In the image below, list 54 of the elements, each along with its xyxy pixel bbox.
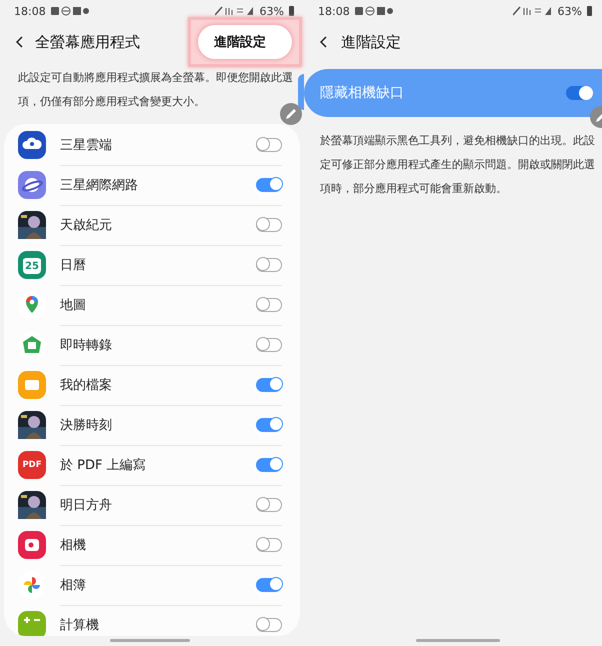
toggle-switch[interactable] (256, 538, 282, 552)
back-icon[interactable] (16, 36, 23, 48)
screen-title: 全螢幕應用程式 (35, 32, 141, 52)
toggle-switch[interactable] (256, 258, 282, 272)
toggle-switch[interactable] (256, 178, 282, 192)
notification-icons (354, 6, 393, 16)
navigation-handle[interactable] (110, 639, 190, 642)
toggle-switch[interactable] (566, 86, 592, 100)
app-name: 相機 (60, 536, 87, 554)
app-name: 決勝時刻 (60, 416, 113, 434)
battery-icon (289, 6, 294, 16)
setting-label: 隱藏相機缺口 (320, 84, 405, 102)
toggle-switch[interactable] (256, 418, 282, 432)
app-name: 天啟紀元 (60, 216, 113, 234)
navigation-handle[interactable] (416, 639, 500, 642)
app-name: 明日方舟 (60, 496, 113, 514)
battery-percent: 63% (558, 4, 582, 18)
toggle-switch[interactable] (256, 218, 282, 232)
notification-icons (50, 6, 89, 16)
pdf-icon: PDF (18, 451, 46, 479)
toggle-switch[interactable] (256, 458, 282, 472)
app-name: 三星網際網路 (60, 176, 139, 194)
toggle-switch[interactable] (256, 138, 282, 152)
toggle-switch[interactable] (256, 498, 282, 512)
status-time: 18:08 (14, 4, 46, 18)
cloud-icon (18, 131, 46, 159)
signal-icons (214, 6, 255, 16)
description-text: 於螢幕頂端顯示黑色工具列，避免相機缺口的出現。此設定可修正部分應用程式產生的顯示問題。開啟或關閉此選項時，部分應用程式可能會重新啟動。 (320, 133, 596, 197)
app-name: 即時轉錄 (60, 336, 113, 354)
app-name: 日曆 (60, 256, 87, 274)
battery-icon (587, 6, 592, 16)
app-name: 計算機 (60, 616, 100, 634)
calendar-icon: 25 (18, 251, 46, 279)
planet-icon (18, 171, 46, 199)
toggle-switch[interactable] (256, 338, 282, 352)
back-icon[interactable] (320, 36, 327, 48)
app-name: 地圖 (60, 296, 87, 314)
app-name: 我的檔案 (60, 376, 113, 394)
toggle-switch[interactable] (256, 378, 282, 392)
edit-icon[interactable] (280, 103, 302, 125)
signal-icons (512, 6, 553, 16)
app-name: 三星雲端 (60, 136, 113, 154)
toggle-switch[interactable] (256, 618, 282, 632)
camera-icon (18, 531, 46, 559)
folder-icon (18, 371, 46, 399)
status-time: 18:08 (318, 4, 350, 18)
battery-percent: 63% (260, 4, 284, 18)
toggle-switch[interactable] (256, 298, 282, 312)
app-name: 於 PDF 上編寫 (60, 456, 147, 474)
advanced-settings-button[interactable]: 進階設定 (198, 25, 292, 59)
screen-title: 進階設定 (341, 32, 401, 52)
app-name: 相簿 (60, 576, 87, 594)
toggle-switch[interactable] (256, 578, 282, 592)
description-text: 此設定可自動將應用程式擴展為全螢幕。即便您開啟此選項，仍僅有部分應用程式會變更大小。 (18, 70, 294, 110)
